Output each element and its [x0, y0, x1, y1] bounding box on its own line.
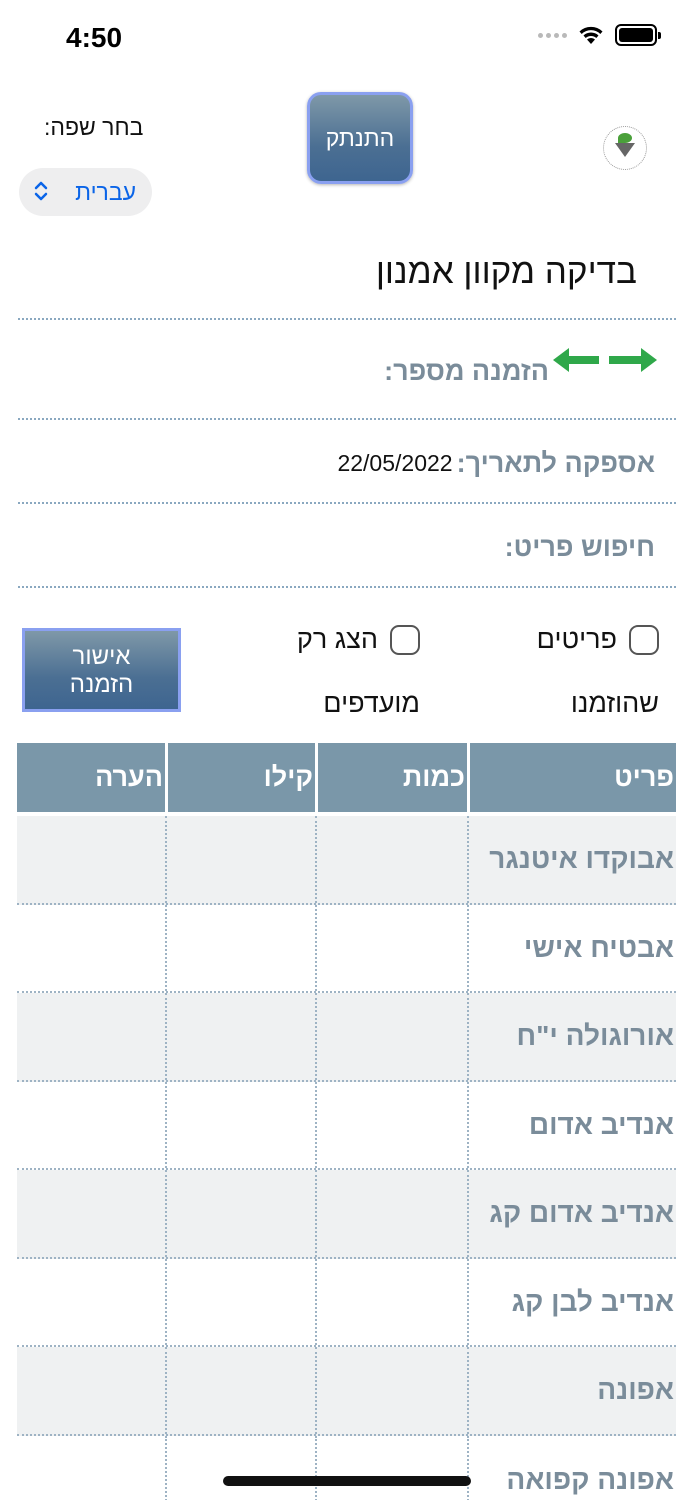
supply-date-label: אספקה לתאריך:: [456, 448, 655, 478]
header-quantity: כמות: [315, 743, 467, 812]
item-name: אבטיח אישי: [467, 904, 676, 991]
quantity-cell[interactable]: [315, 1347, 467, 1434]
favorites-label: הצג רק: [296, 624, 378, 654]
status-time: 4:50: [66, 22, 123, 53]
logout-button[interactable]: התנתק: [307, 92, 413, 184]
divider: [18, 586, 676, 588]
note-cell[interactable]: [17, 1347, 165, 1434]
language-value: עברית: [75, 178, 136, 205]
note-cell[interactable]: [17, 1436, 165, 1500]
table-row: אורוגולה י"ח: [17, 993, 676, 1082]
search-label: חיפוש פריט:: [504, 532, 655, 562]
item-name: אבוקדו איטנגר: [467, 816, 676, 903]
note-cell[interactable]: [17, 1259, 165, 1346]
item-name: אנדיב אדום קג: [467, 1170, 676, 1257]
order-number-row: הזמנה מספר:: [380, 356, 549, 387]
kilo-cell[interactable]: [165, 1347, 315, 1434]
header-note: הערה: [17, 743, 165, 812]
kilo-cell[interactable]: [165, 1435, 315, 1500]
quantity-cell[interactable]: [315, 1258, 467, 1345]
table-header: פריט כמות קילו הערה: [17, 743, 676, 812]
company-logo: [603, 126, 647, 170]
items-table: פריט כמות קילו הערה אבוקדו איטנגר אבטיח …: [17, 743, 676, 1500]
confirm-order-label-2: הזמנה: [69, 671, 134, 698]
kilo-cell[interactable]: [165, 1258, 315, 1345]
item-name: אנדיב אדום: [467, 1081, 676, 1168]
search-row[interactable]: חיפוש פריט:: [505, 532, 655, 563]
table-row: אבוקדו איטנגר: [17, 816, 676, 905]
divider: [18, 502, 676, 504]
status-icons: [538, 24, 661, 46]
table-row: אנדיב אדום: [17, 1081, 676, 1170]
note-cell[interactable]: [17, 993, 165, 1080]
ordered-items-filter[interactable]: פריטים: [537, 624, 659, 655]
table-row: אנדיב לבן קג: [17, 1258, 676, 1347]
divider: [18, 318, 676, 320]
language-select[interactable]: עברית: [19, 168, 152, 216]
ordered-items-label: פריטים: [536, 624, 617, 654]
kilo-cell[interactable]: [165, 904, 315, 991]
divider: [18, 418, 676, 420]
favorites-filter[interactable]: הצג רק: [297, 624, 420, 655]
table-row: אפונה קפואה: [17, 1435, 676, 1500]
favorites-checkbox[interactable]: [390, 624, 420, 655]
kilo-cell[interactable]: [165, 1170, 315, 1257]
table-row: אפונה: [17, 1347, 676, 1436]
kilo-cell[interactable]: [165, 816, 315, 903]
note-cell[interactable]: [17, 905, 165, 992]
supply-date-value[interactable]: 22/05/2022: [337, 450, 452, 477]
table-row: אנדיב אדום קג: [17, 1170, 676, 1259]
item-name: אפונה: [467, 1347, 676, 1434]
quantity-cell[interactable]: [315, 1081, 467, 1168]
page-title: בדיקה מקוון אמנון: [375, 252, 637, 291]
confirm-order-label-1: אישור: [72, 643, 131, 670]
quantity-cell[interactable]: [315, 1435, 467, 1500]
header-item: פריט: [467, 743, 676, 812]
supply-date-row: אספקה לתאריך: 22/05/2022: [337, 448, 655, 479]
table-row: אבטיח אישי: [17, 904, 676, 993]
quantity-cell[interactable]: [315, 993, 467, 1080]
quantity-cell[interactable]: [315, 904, 467, 991]
home-indicator[interactable]: [223, 1476, 471, 1486]
ordered-items-sublabel: שהוזמנו: [570, 688, 659, 718]
left-right-arrows-icon[interactable]: [553, 346, 657, 374]
item-name: אורוגולה י"ח: [467, 993, 676, 1080]
confirm-order-button[interactable]: אישור הזמנה: [22, 628, 181, 712]
note-cell[interactable]: [17, 1082, 165, 1169]
chevron-up-down-icon: [33, 180, 49, 205]
item-name: אנדיב לבן קג: [467, 1258, 676, 1345]
kilo-cell[interactable]: [165, 993, 315, 1080]
kilo-cell[interactable]: [165, 1081, 315, 1168]
favorites-sublabel: מועדפים: [323, 688, 420, 718]
note-cell[interactable]: [17, 1170, 165, 1257]
quantity-cell[interactable]: [315, 816, 467, 903]
order-number-label: הזמנה מספר:: [384, 356, 549, 386]
signal-icon: [538, 32, 567, 38]
note-cell[interactable]: [17, 816, 165, 903]
battery-icon: [615, 24, 661, 46]
quantity-cell[interactable]: [315, 1170, 467, 1257]
header-kilo: קילו: [165, 743, 315, 812]
language-label: בחר שפה:: [44, 114, 144, 140]
item-name: אפונה קפואה: [467, 1435, 676, 1500]
wifi-icon: [579, 26, 603, 44]
ordered-items-checkbox[interactable]: [629, 624, 659, 655]
